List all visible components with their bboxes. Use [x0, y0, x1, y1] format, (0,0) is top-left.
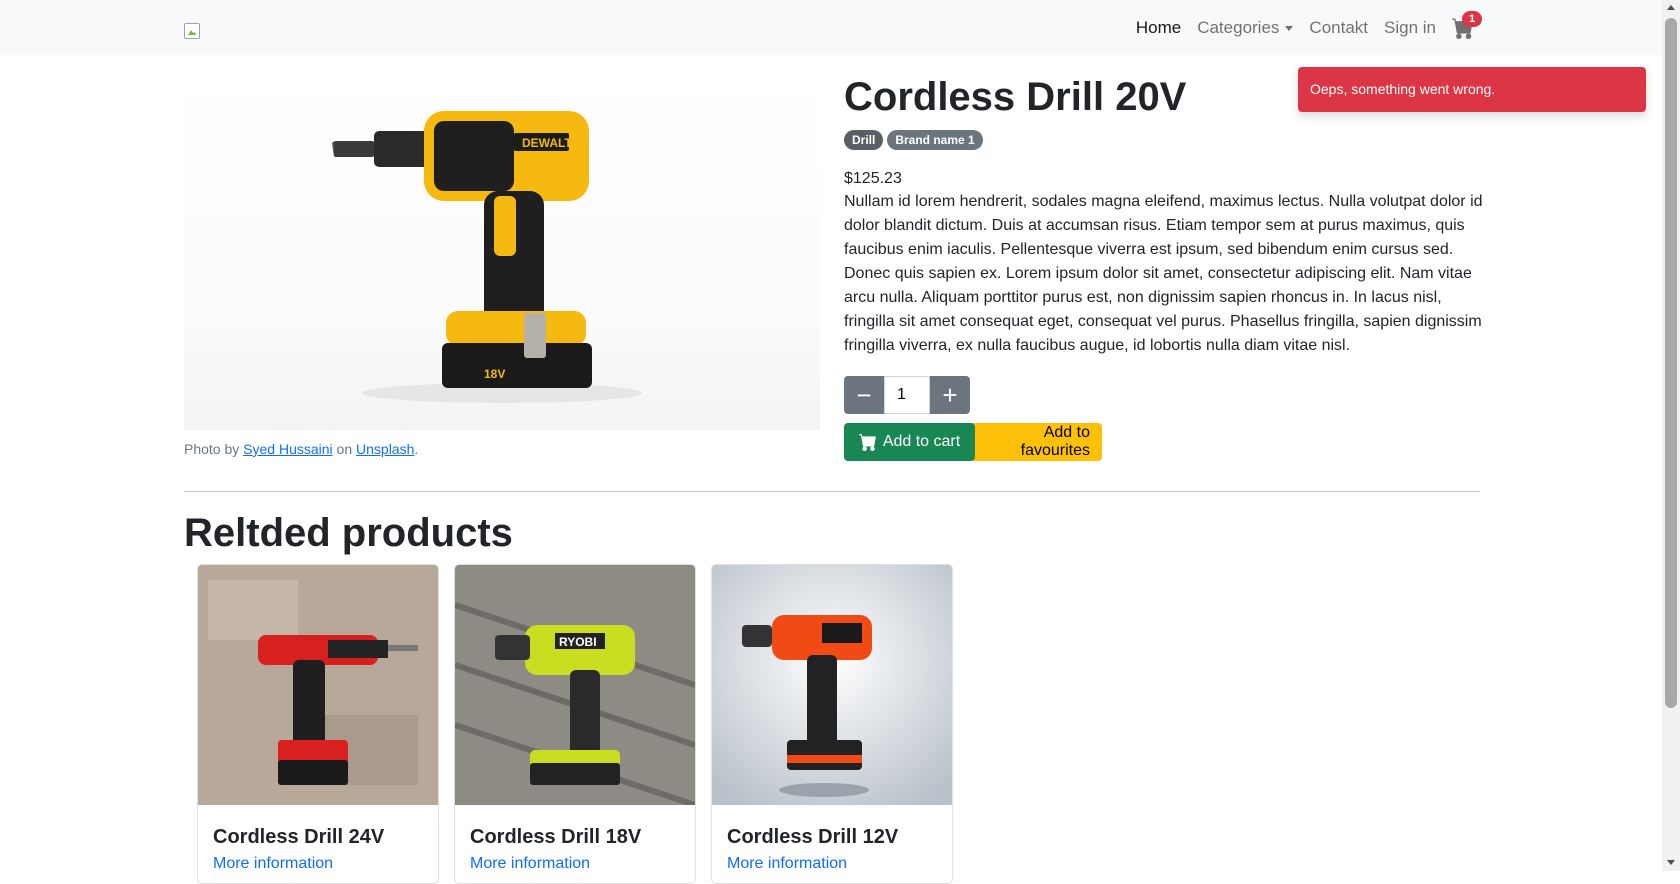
- svg-text:RYOBI: RYOBI: [559, 635, 597, 649]
- related-products-title: Reltded products: [184, 511, 513, 555]
- add-to-cart-label: Add to cart: [882, 433, 961, 450]
- scroll-down-icon[interactable]: [1667, 860, 1675, 865]
- brand-badge: Brand name 1: [887, 130, 983, 150]
- nav-home-link[interactable]: Home: [1136, 18, 1181, 38]
- product-info: Cordless Drill 20V Drill Brand name 1 $1…: [844, 72, 1484, 358]
- category-badge: Drill: [844, 130, 884, 150]
- related-product-name: Cordless Drill 18V: [470, 826, 642, 848]
- quantity-input[interactable]: [884, 376, 930, 414]
- page-scrollbar[interactable]: [1662, 0, 1680, 871]
- more-information-link[interactable]: More information: [470, 855, 695, 873]
- related-product-image: [198, 565, 438, 805]
- nav-signin-link[interactable]: Sign in: [1384, 18, 1436, 38]
- related-product-card[interactable]: RYOBI Cordless Drill 18V More informatio…: [454, 564, 696, 884]
- navbar: Home Categories Contakt Sign in 1: [0, 0, 1662, 55]
- add-to-cart-button[interactable]: Add to cart: [844, 423, 975, 461]
- svg-text:DEWALT: DEWALT: [522, 136, 572, 150]
- product-price: $125.23: [844, 170, 902, 187]
- svg-text:18V: 18V: [484, 367, 505, 381]
- related-product-name: Cordless Drill 12V: [727, 826, 899, 848]
- cart-icon: [858, 434, 876, 451]
- scroll-up-icon[interactable]: [1667, 5, 1675, 10]
- scrollbar-thumb[interactable]: [1665, 18, 1677, 708]
- photo-credit: Photo by Syed Hussaini on Unsplash.: [184, 441, 418, 457]
- nav-categories-dropdown[interactable]: Categories: [1197, 18, 1294, 38]
- section-divider: [184, 491, 1480, 492]
- related-product-image: [712, 565, 952, 805]
- credit-author-link[interactable]: Syed Hussaini: [243, 441, 333, 457]
- related-product-name: Cordless Drill 24V: [213, 826, 385, 848]
- caret-down-icon: [1285, 26, 1294, 32]
- credit-site-link[interactable]: Unsplash: [356, 441, 414, 457]
- nav-contact-link[interactable]: Contakt: [1309, 18, 1368, 38]
- brand-logo-image[interactable]: [184, 23, 200, 39]
- add-to-favourites-button[interactable]: Add to favourites: [964, 423, 1102, 461]
- more-information-link[interactable]: More information: [727, 855, 952, 873]
- credit-suffix: .: [414, 441, 419, 457]
- cart-button[interactable]: 1: [1452, 11, 1483, 39]
- error-toast[interactable]: Oeps, something went wrong.: [1298, 67, 1646, 112]
- related-product-card[interactable]: Cordless Drill 12V More information: [711, 564, 953, 884]
- more-information-link[interactable]: More information: [213, 855, 438, 873]
- nav-categories-label: Categories: [1197, 18, 1280, 37]
- nav-links: Home Categories Contakt Sign in 1: [1136, 11, 1483, 39]
- cart-count-badge: 1: [1462, 11, 1483, 27]
- related-product-card[interactable]: Cordless Drill 24V More information: [197, 564, 439, 884]
- related-product-image: RYOBI: [455, 565, 695, 808]
- decrease-quantity-button[interactable]: −: [844, 376, 884, 414]
- credit-middle: on: [332, 441, 357, 457]
- drill-illustration: DEWALT 18V: [332, 111, 642, 403]
- increase-quantity-button[interactable]: +: [930, 376, 970, 414]
- quantity-stepper: − +: [844, 376, 970, 414]
- product-badges: Drill Brand name 1: [844, 130, 1484, 150]
- credit-prefix: Photo by: [184, 441, 244, 457]
- product-description: Nullam id lorem hendrerit, sodales magna…: [844, 193, 1483, 354]
- product-image: DEWALT 18V: [184, 71, 820, 430]
